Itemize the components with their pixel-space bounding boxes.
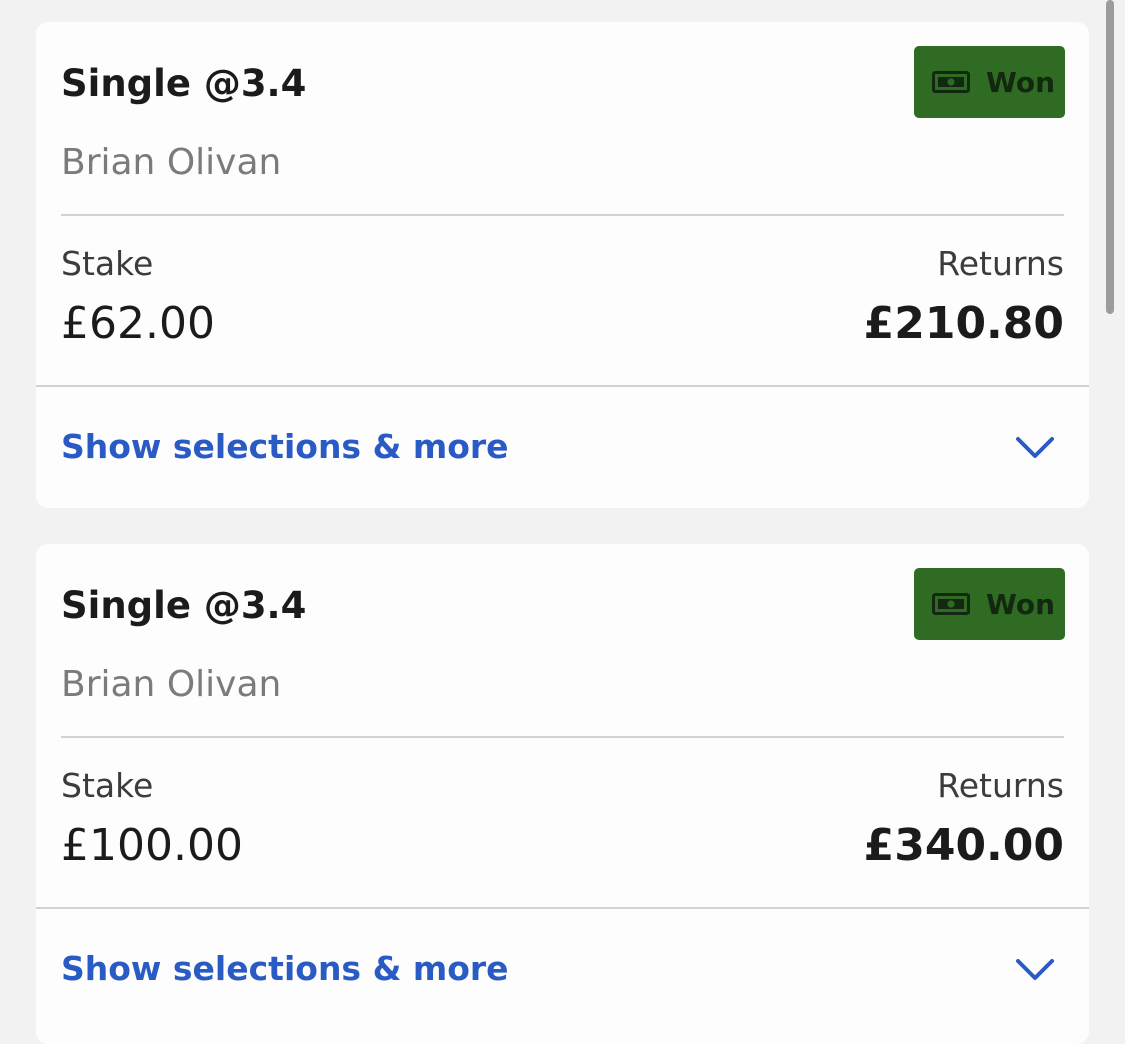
scrollbar[interactable] — [1106, 0, 1114, 314]
status-badge: Won — [914, 568, 1065, 640]
show-selections-button[interactable]: Show selections & more — [36, 387, 1089, 508]
divider — [61, 214, 1064, 216]
stake-label: Stake — [61, 766, 154, 805]
bet-card: Single @3.4 Won Brian Olivan Stake Retur… — [36, 22, 1089, 508]
returns-value: £210.80 — [863, 298, 1064, 349]
selection-name: Brian Olivan — [61, 142, 282, 183]
stake-value: £62.00 — [61, 298, 215, 349]
divider — [61, 736, 1064, 738]
returns-label: Returns — [937, 244, 1064, 283]
money-icon — [932, 71, 970, 93]
money-icon — [932, 593, 970, 615]
returns-value: £340.00 — [863, 820, 1064, 871]
bet-title: Single @3.4 — [61, 584, 307, 627]
stake-label: Stake — [61, 244, 154, 283]
show-selections-label: Show selections & more — [61, 427, 509, 466]
status-badge: Won — [914, 46, 1065, 118]
bet-title: Single @3.4 — [61, 62, 307, 105]
returns-label: Returns — [937, 766, 1064, 805]
status-label: Won — [986, 65, 1056, 99]
bet-card: Single @3.4 Won Brian Olivan Stake Retur… — [36, 544, 1089, 1044]
stake-value: £100.00 — [61, 820, 243, 871]
chevron-down-icon — [1016, 959, 1054, 980]
show-selections-label: Show selections & more — [61, 949, 509, 988]
status-label: Won — [986, 587, 1056, 621]
show-selections-button[interactable]: Show selections & more — [36, 909, 1089, 1030]
chevron-down-icon — [1016, 437, 1054, 458]
selection-name: Brian Olivan — [61, 664, 282, 705]
